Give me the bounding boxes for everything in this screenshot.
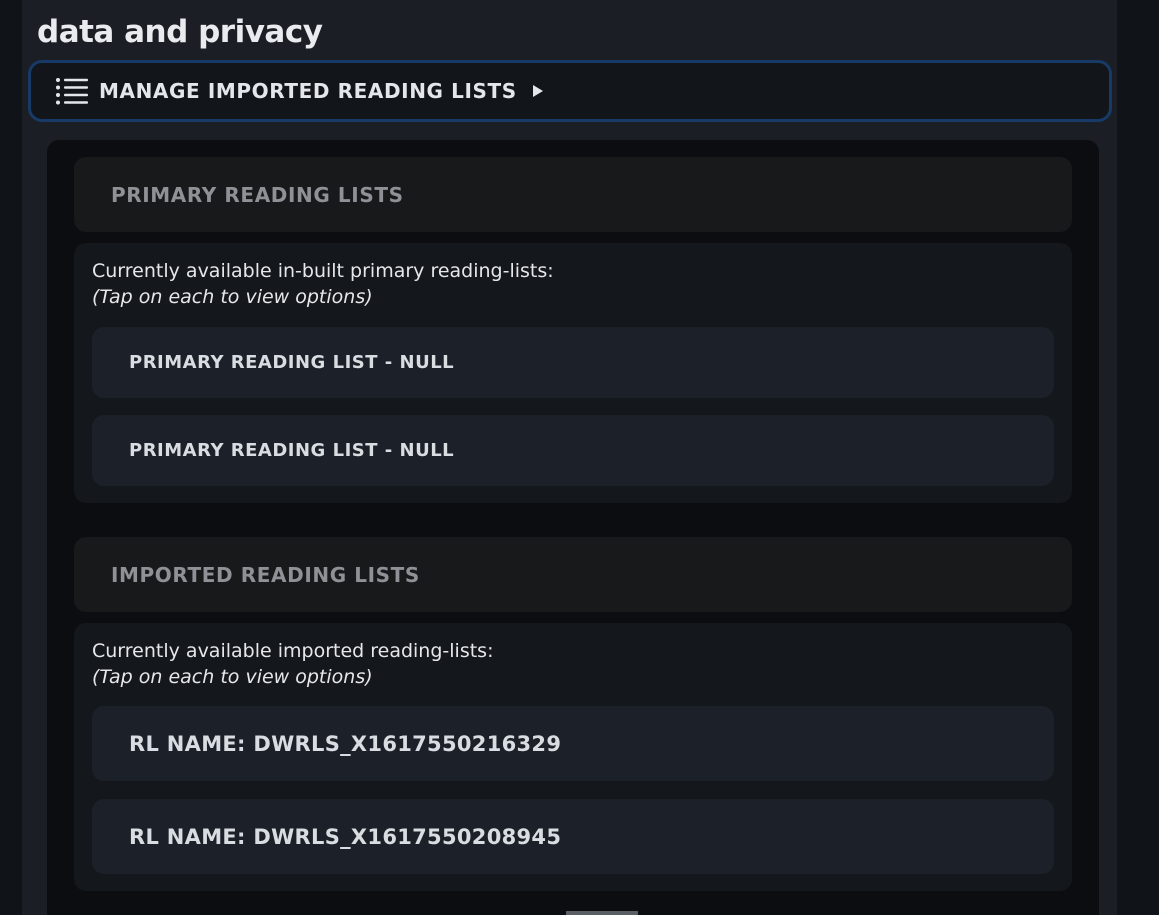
reading-lists-content: PRIMARY READING LISTS Currently availabl…	[47, 140, 1099, 915]
imported-reading-lists-header: IMPORTED READING LISTS	[74, 537, 1072, 612]
imported-hint: (Tap on each to view options)	[92, 666, 373, 688]
primary-reading-lists-header: PRIMARY READING LISTS	[74, 157, 1072, 232]
list-item-label: PRIMARY READING LIST - NULL	[129, 440, 455, 461]
imported-section-title: IMPORTED READING LISTS	[111, 562, 420, 587]
list-icon	[55, 76, 89, 106]
manage-imported-reading-lists-button[interactable]: MANAGE IMPORTED READING LISTS	[28, 60, 1112, 122]
list-item-label: PRIMARY READING LIST - NULL	[129, 352, 455, 373]
primary-reading-list-item[interactable]: PRIMARY READING LIST - NULL	[92, 327, 1054, 398]
primary-reading-lists-body: Currently available in-built primary rea…	[74, 243, 1072, 503]
background-right	[1117, 0, 1159, 915]
settings-page: data and privacy MANAGE IMPORTED READING…	[0, 0, 1159, 915]
imported-reading-list-item[interactable]: RL NAME: DWRLS_X1617550208945	[92, 799, 1054, 874]
play-arrow-icon	[532, 84, 545, 98]
primary-section-title: PRIMARY READING LISTS	[111, 182, 404, 207]
imported-description: Currently available imported reading-lis…	[92, 640, 494, 662]
imported-reading-list-item[interactable]: RL NAME: DWRLS_X1617550216329	[92, 706, 1054, 781]
primary-description: Currently available in-built primary rea…	[92, 260, 554, 282]
primary-hint: (Tap on each to view options)	[92, 286, 373, 308]
manage-button-label: MANAGE IMPORTED READING LISTS	[99, 79, 517, 103]
primary-reading-list-item[interactable]: PRIMARY READING LIST - NULL	[92, 415, 1054, 486]
list-item-label: RL NAME: DWRLS_X1617550208945	[129, 824, 562, 849]
background-left	[0, 0, 22, 915]
list-item-label: RL NAME: DWRLS_X1617550216329	[129, 731, 562, 756]
page-title: data and privacy	[37, 14, 323, 50]
scroll-indicator	[566, 911, 638, 915]
imported-reading-lists-body: Currently available imported reading-lis…	[74, 623, 1072, 891]
